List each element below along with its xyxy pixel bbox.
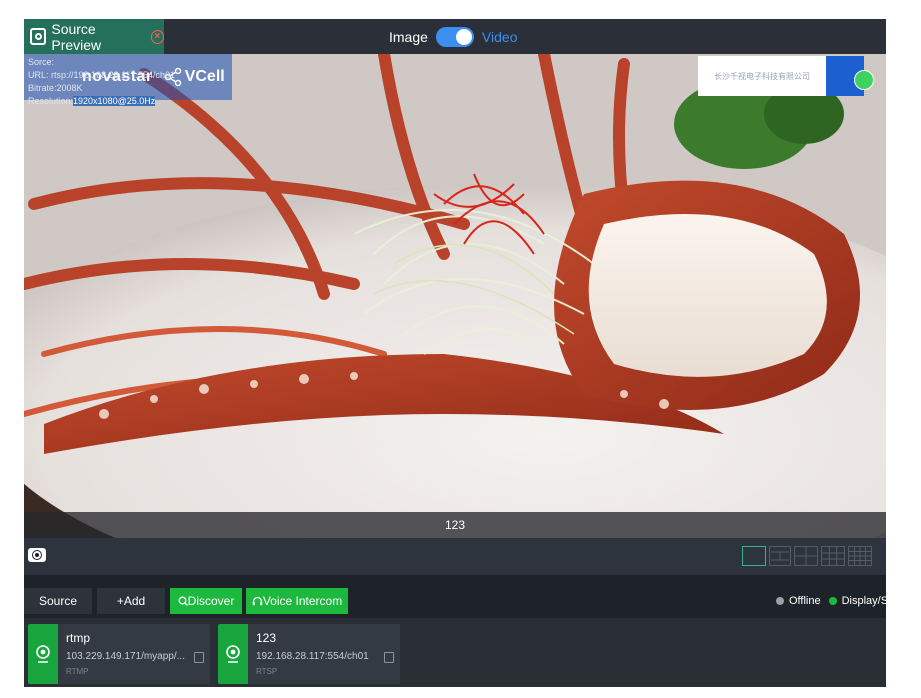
preview-caption: 123 bbox=[24, 512, 886, 538]
display-dot bbox=[828, 597, 837, 605]
close-icon[interactable]: × bbox=[150, 29, 164, 44]
video-preview[interactable]: novastar VCell Sorce: URL: rtsp://192.16… bbox=[24, 54, 886, 538]
discover-button[interactable]: Discover bbox=[170, 588, 242, 614]
source-list: rtmp 103.229.149.171/myapp/... RTMP 123 … bbox=[24, 618, 886, 687]
source-preview-tab[interactable]: Source Preview × bbox=[24, 19, 164, 54]
brand-logo-text-2: VCell bbox=[184, 68, 225, 85]
display-label: Display/S bbox=[841, 595, 886, 607]
source-protocol: RTMP bbox=[66, 667, 89, 676]
document-icon[interactable] bbox=[194, 652, 204, 663]
status-legend: Offline Display/S bbox=[776, 588, 886, 614]
info-resolution-label: Resolution: bbox=[28, 96, 74, 106]
camera-icon bbox=[36, 645, 50, 663]
layout-16-icon[interactable] bbox=[848, 546, 872, 566]
offline-label: Offline bbox=[789, 595, 821, 607]
live-status-dot bbox=[854, 70, 874, 90]
source-name: rtmp bbox=[66, 631, 90, 645]
layout-9-icon[interactable] bbox=[821, 546, 845, 566]
document-icon[interactable] bbox=[384, 652, 394, 663]
toggle-knob bbox=[455, 28, 472, 45]
source-url: 192.168.28.117:554/ch01 bbox=[256, 651, 369, 662]
mode-toggle[interactable] bbox=[435, 26, 474, 47]
voice-intercom-button[interactable]: Voice Intercom bbox=[246, 588, 348, 614]
voice-intercom-label: Voice Intercom bbox=[262, 594, 343, 608]
company-name-overlay: 长沙千视电子科技有限公司 bbox=[698, 56, 826, 96]
image-video-switch: Image Video bbox=[389, 19, 517, 54]
stream-info-overlay: Sorce: URL: rtsp://192.168.28.117:554/ch… bbox=[28, 56, 175, 108]
offline-dot bbox=[776, 597, 784, 605]
source-card-123[interactable]: 123 192.168.28.117:554/ch01 RTSP bbox=[218, 624, 400, 684]
layout-1-icon[interactable] bbox=[742, 546, 766, 566]
headset-icon bbox=[252, 596, 263, 606]
eye-icon[interactable] bbox=[28, 548, 46, 562]
info-resolution-value: 1920x1080@25.0Hz bbox=[73, 96, 156, 106]
preview-control-bar bbox=[24, 538, 886, 575]
source-preview-app: Source Preview × Image Video novastar VC… bbox=[24, 19, 886, 687]
info-resolution-line: Resolution:1920x1080@25.0Hz bbox=[28, 95, 175, 108]
preview-frame-image bbox=[24, 54, 886, 538]
camera-icon bbox=[226, 645, 240, 663]
info-source-line: Sorce: bbox=[28, 57, 55, 67]
source-card-side bbox=[218, 624, 248, 684]
add-source-button[interactable]: +Add bbox=[97, 588, 165, 614]
info-url-line: URL: rtsp://192.168.28.117:554/ch01 bbox=[28, 69, 175, 82]
source-protocol: RTSP bbox=[256, 667, 278, 676]
info-url-prefix: URL: bbox=[28, 70, 49, 80]
source-button[interactable]: Source bbox=[24, 588, 92, 614]
source-preview-title: Source Preview bbox=[51, 20, 102, 53]
search-icon bbox=[178, 596, 188, 606]
source-url: 103.229.149.171/myapp/... bbox=[66, 651, 185, 662]
preview-eye-icon bbox=[30, 28, 47, 45]
layout-selector bbox=[742, 546, 872, 566]
discover-label: Discover bbox=[187, 594, 235, 608]
source-name: 123 bbox=[256, 631, 277, 645]
info-url-value: rtsp://192.168.28.117:554/ch01 bbox=[51, 70, 175, 80]
source-card-side bbox=[28, 624, 58, 684]
mode-video-label[interactable]: Video bbox=[482, 29, 518, 45]
layout-4-icon[interactable] bbox=[794, 546, 818, 566]
top-bar: Source Preview × Image Video bbox=[24, 19, 886, 54]
source-toolbar: Source +Add Discover Voice Intercom Offl… bbox=[24, 586, 886, 618]
mode-image-label[interactable]: Image bbox=[389, 29, 428, 45]
layout-2-icon[interactable] bbox=[769, 546, 791, 566]
source-card-rtmp[interactable]: rtmp 103.229.149.171/myapp/... RTMP bbox=[28, 624, 210, 684]
info-bitrate: Bitrate:2008K bbox=[28, 83, 83, 93]
